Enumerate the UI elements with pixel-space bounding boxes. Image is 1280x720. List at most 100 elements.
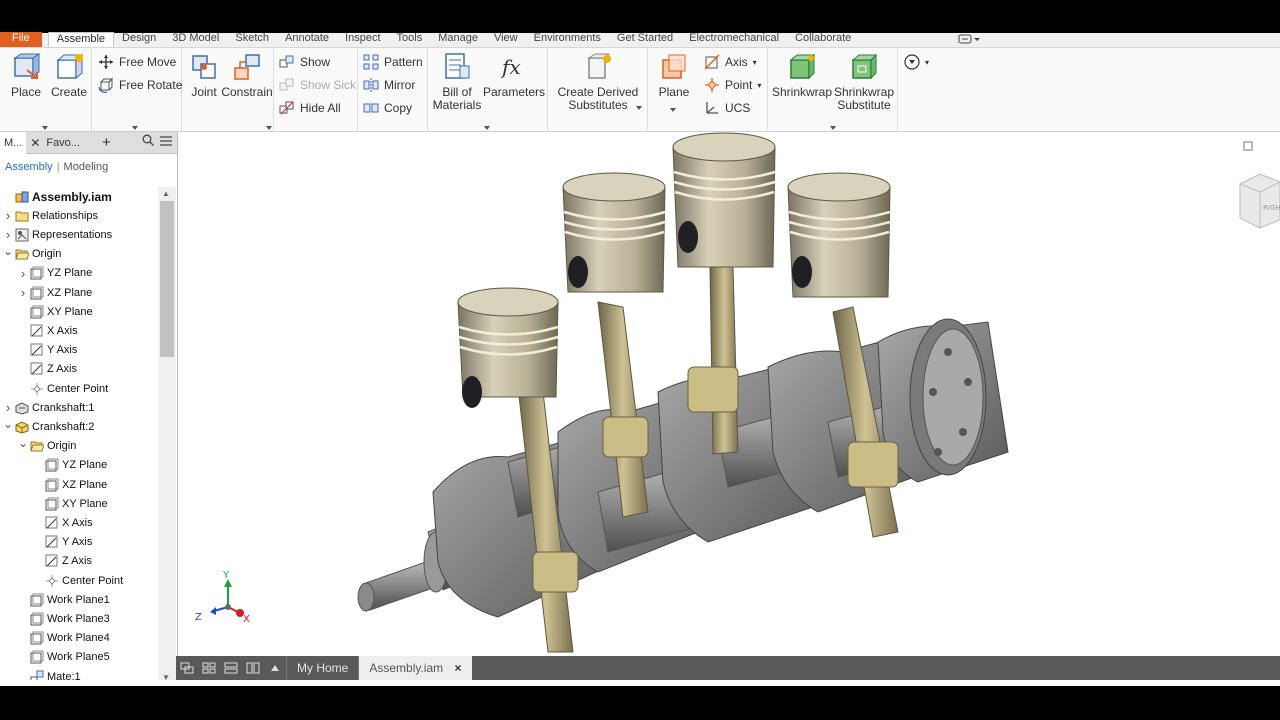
relationships-group-dropdown-icon[interactable] [266,126,272,130]
tab-my-home[interactable]: My Home [286,656,358,680]
copy-button[interactable]: Copy [363,99,412,117]
browser-tab-favorites[interactable]: Favo... [42,132,84,154]
parameters-button[interactable]: fx Parameters [483,52,545,99]
derived-substitutes-dropdown-icon[interactable] [636,106,642,110]
axis-dropdown-icon[interactable]: ▾ [753,58,757,67]
tile-vertical-icon[interactable] [242,656,264,680]
tab-sketch[interactable]: Sketch [227,32,277,47]
plane-dropdown-icon[interactable] [670,108,676,112]
tab-view[interactable]: View [486,32,526,47]
crankshaft-assembly-model[interactable]: Y X Z RIGHT [178,132,1280,656]
ribbon-options-dropdown-icon[interactable]: ▾ [925,58,929,67]
tab-assembly-iam[interactable]: Assembly.iam × [358,656,472,680]
collapse-arrow-icon[interactable]: ⌄ [18,436,28,450]
tab-design[interactable]: Design [114,32,164,47]
close-icon[interactable]: ✕ [26,132,40,154]
create-derived-substitutes-button[interactable]: Create Derived Substitutes [556,52,640,112]
mode-modeling[interactable]: Modeling [64,161,109,173]
expand-arrow-icon[interactable]: › [18,285,28,300]
tree-node[interactable]: ⌄ Origin [3,244,61,264]
tree-node[interactable]: XY Plane [33,494,108,513]
ribbon-options-button[interactable]: ▾ [904,53,929,71]
graphics-viewport[interactable]: Y X Z RIGHT [178,132,1280,656]
tree-node[interactable]: Center Point [33,571,123,590]
position-group-dropdown-icon[interactable] [132,126,138,130]
free-rotate-button[interactable]: Free Rotate [98,76,182,94]
browser-scrollbar-thumb[interactable] [160,201,174,357]
mirror-button[interactable]: Mirror [363,76,415,94]
tree-node[interactable]: › Crankshaft:1 [3,398,95,417]
tree-node[interactable]: › XZ Plane [18,283,92,302]
crankshaft[interactable] [357,318,1009,618]
manage-group-dropdown-icon[interactable] [484,126,490,130]
tile-windows-icon[interactable] [198,656,220,680]
mode-assembly[interactable]: Assembly [5,161,53,173]
tree-node[interactable]: Work Plane4 [18,629,110,648]
axis-button[interactable]: Axis ▾ [704,53,757,71]
tab-assemble[interactable]: Assemble [47,32,115,47]
constrain-button[interactable]: Constrain [221,52,273,99]
close-tab-icon[interactable]: × [454,661,461,675]
show-sick-button[interactable]: Show Sick [279,76,356,94]
tree-node[interactable]: Work Plane1 [18,590,110,609]
collapse-arrow-icon[interactable]: ⌄ [3,417,13,431]
tree-node[interactable]: X Axis [18,321,78,340]
browser-scrollbar[interactable]: ▲ ▼ [158,187,176,684]
collapse-arrow-icon[interactable]: ⌄ [3,244,13,258]
viewcube-home-icon[interactable] [1243,141,1253,151]
create-button[interactable]: Create [50,52,88,99]
hide-all-button[interactable]: Hide All [279,99,341,117]
expand-arrow-icon[interactable]: › [18,266,28,281]
expand-arrow-icon[interactable]: › [3,400,13,415]
tree-node[interactable]: Y Axis [18,341,77,360]
tree-node[interactable]: XZ Plane [33,475,107,494]
tree-node[interactable]: Assembly.iam [3,187,112,206]
bill-of-materials-button[interactable]: Bill of Materials [432,52,482,112]
tree-node[interactable]: Work Plane5 [18,648,110,667]
pattern-button[interactable]: Pattern [363,53,423,71]
tab-environments[interactable]: Environments [526,32,609,47]
tree-node[interactable]: › YZ Plane [18,264,92,283]
shrinkwrap-button[interactable]: Shrinkwrap [772,52,832,99]
tree-node[interactable]: › Representations [3,225,112,244]
tree-node[interactable]: ⌄ Crankshaft:2 [3,417,94,436]
shrinkwrap-substitute-button[interactable]: Shrinkwrap Substitute [832,52,896,112]
tree-node[interactable]: Z Axis [18,360,77,379]
tab-list-arrow-icon[interactable] [264,656,286,680]
tab-collaborate[interactable]: Collaborate [787,32,859,47]
point-button[interactable]: Point ▾ [704,76,761,94]
plane-button[interactable]: Plane [654,52,694,99]
free-move-button[interactable]: Free Move [98,53,176,71]
tab-3d-model[interactable]: 3D Model [164,32,227,47]
joint-button[interactable]: Joint [186,52,222,99]
ucs-button[interactable]: UCS [704,99,750,117]
tree-node[interactable]: Z Axis [33,552,92,571]
tree-node[interactable]: X Axis [33,513,93,532]
tab-file[interactable]: File [0,32,42,47]
tab-get-started[interactable]: Get Started [609,32,681,47]
tree-node[interactable]: YZ Plane [33,456,107,475]
tree-node[interactable]: XY Plane [18,302,93,321]
ribbon-display-options-icon[interactable] [958,34,1280,47]
show-button[interactable]: Show [279,53,330,71]
tab-electromechanical[interactable]: Electromechanical [681,32,787,47]
tile-horizontal-icon[interactable] [220,656,242,680]
browser-tab-model[interactable]: M... [0,131,27,154]
cascade-windows-icon[interactable] [176,656,198,680]
tree-node[interactable]: Y Axis [33,533,92,552]
tab-manage[interactable]: Manage [430,32,486,47]
search-icon[interactable] [138,132,156,154]
tab-inspect[interactable]: Inspect [337,32,388,47]
simplification-group-dropdown-icon[interactable] [830,126,836,130]
expand-arrow-icon[interactable]: › [3,227,13,242]
component-group-dropdown-icon[interactable] [42,126,48,130]
hamburger-menu-icon[interactable] [156,132,174,154]
scroll-up-icon[interactable]: ▲ [162,189,170,198]
tree-node[interactable]: › Relationships [3,206,98,225]
tab-annotate[interactable]: Annotate [277,32,337,47]
place-button[interactable]: Place [6,52,46,99]
tree-node[interactable]: ⌄ Origin [18,436,76,456]
viewcube[interactable]: RIGHT [1239,173,1280,229]
point-dropdown-icon[interactable]: ▾ [757,81,761,90]
tree-node[interactable]: Center Point [18,379,108,398]
